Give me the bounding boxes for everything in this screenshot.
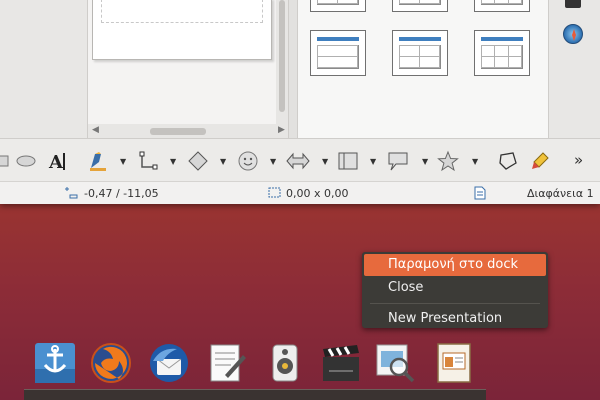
horizontal-scrollbar[interactable]: ◀ ▶ bbox=[88, 124, 288, 138]
slide-thumbnail[interactable] bbox=[92, 0, 272, 60]
block-arrows-icon[interactable] bbox=[286, 149, 310, 173]
layout-title-six-content[interactable] bbox=[474, 30, 530, 76]
layout-tile[interactable] bbox=[310, 0, 366, 12]
thunderbird-icon[interactable] bbox=[146, 340, 192, 386]
connector-icon[interactable] bbox=[136, 149, 160, 173]
impress-window: ◀ ▶ A ▼ ▼ ▼ ▼ ▼ ▼ ▼ ▼ » -0,47 / -11,05 0… bbox=[0, 0, 600, 204]
vertical-scroll-thumb[interactable] bbox=[279, 0, 285, 112]
block-arrows-dropdown-icon[interactable]: ▼ bbox=[322, 157, 328, 166]
scroll-right-arrow-icon[interactable]: ▶ bbox=[278, 125, 285, 135]
navigator-icon[interactable] bbox=[563, 24, 583, 44]
position-icon bbox=[65, 187, 78, 199]
text-editor-icon[interactable] bbox=[204, 340, 250, 386]
toolbar-overflow-button[interactable]: » bbox=[574, 151, 583, 169]
dock-bar bbox=[24, 389, 486, 400]
size-icon bbox=[268, 187, 281, 198]
flowchart-dropdown-icon[interactable]: ▼ bbox=[370, 157, 376, 166]
slide-preview-pane bbox=[88, 0, 288, 138]
scroll-left-arrow-icon[interactable]: ◀ bbox=[92, 125, 99, 135]
stars-dropdown-icon[interactable]: ▼ bbox=[472, 157, 478, 166]
glue-icon[interactable] bbox=[528, 149, 552, 173]
fontwork-icon[interactable]: A bbox=[46, 149, 70, 173]
close-item[interactable]: Close bbox=[364, 277, 546, 299]
stars-icon[interactable] bbox=[436, 149, 460, 173]
vertical-scrollbar[interactable] bbox=[276, 0, 288, 124]
connector-dropdown-icon[interactable]: ▼ bbox=[170, 157, 176, 166]
properties-icon[interactable] bbox=[565, 0, 581, 8]
points-icon[interactable] bbox=[496, 149, 520, 173]
layout-tile[interactable] bbox=[474, 0, 530, 12]
layout-tile[interactable] bbox=[392, 0, 448, 12]
object-size: 0,00 x 0,00 bbox=[286, 187, 349, 200]
layout-title-two-content[interactable] bbox=[310, 30, 366, 76]
callouts-icon[interactable] bbox=[386, 149, 410, 173]
layout-title-four-content[interactable] bbox=[392, 30, 448, 76]
line-color-dropdown-icon[interactable]: ▼ bbox=[120, 157, 126, 166]
flowchart-icon[interactable] bbox=[336, 149, 360, 173]
layouts-panel bbox=[298, 0, 548, 138]
sidebar-deck bbox=[548, 0, 600, 138]
image-viewer-icon[interactable] bbox=[372, 340, 418, 386]
callouts-dropdown-icon[interactable]: ▼ bbox=[422, 157, 428, 166]
placeholder-outline bbox=[101, 0, 263, 23]
symbol-shapes-icon[interactable] bbox=[236, 149, 260, 173]
drawing-toolbar: A ▼ ▼ ▼ ▼ ▼ ▼ ▼ ▼ » bbox=[0, 138, 600, 182]
symbol-shapes-dropdown-icon[interactable]: ▼ bbox=[270, 157, 276, 166]
presentation-icon[interactable] bbox=[432, 340, 478, 386]
speaker-icon[interactable] bbox=[262, 340, 308, 386]
menu-separator bbox=[370, 303, 540, 304]
slide-indicator: Διαφάνεια 1 bbox=[527, 187, 594, 200]
horizontal-scroll-thumb[interactable] bbox=[150, 128, 206, 135]
line-color-icon[interactable] bbox=[86, 149, 110, 173]
status-bar: -0,47 / -11,05 0,00 x 0,00 Διαφάνεια 1 bbox=[0, 182, 600, 204]
slides-pane bbox=[0, 0, 88, 138]
basic-shapes-dropdown-icon[interactable]: ▼ bbox=[220, 157, 226, 166]
svg-text:A: A bbox=[48, 152, 64, 172]
pane-splitter[interactable] bbox=[288, 0, 298, 138]
anchor-app-icon[interactable] bbox=[32, 340, 78, 386]
cursor-position: -0,47 / -11,05 bbox=[84, 187, 159, 200]
dock-context-menu: Παραμονή στο dock Close New Presentation bbox=[362, 252, 548, 328]
firefox-icon[interactable] bbox=[88, 340, 134, 386]
ellipse-icon[interactable] bbox=[14, 149, 38, 173]
basic-shapes-icon[interactable] bbox=[186, 149, 210, 173]
keep-in-dock-item[interactable]: Παραμονή στο dock bbox=[364, 254, 546, 276]
video-clapper-icon[interactable] bbox=[318, 340, 364, 386]
document-icon bbox=[474, 186, 486, 200]
new-presentation-item[interactable]: New Presentation bbox=[364, 308, 546, 330]
